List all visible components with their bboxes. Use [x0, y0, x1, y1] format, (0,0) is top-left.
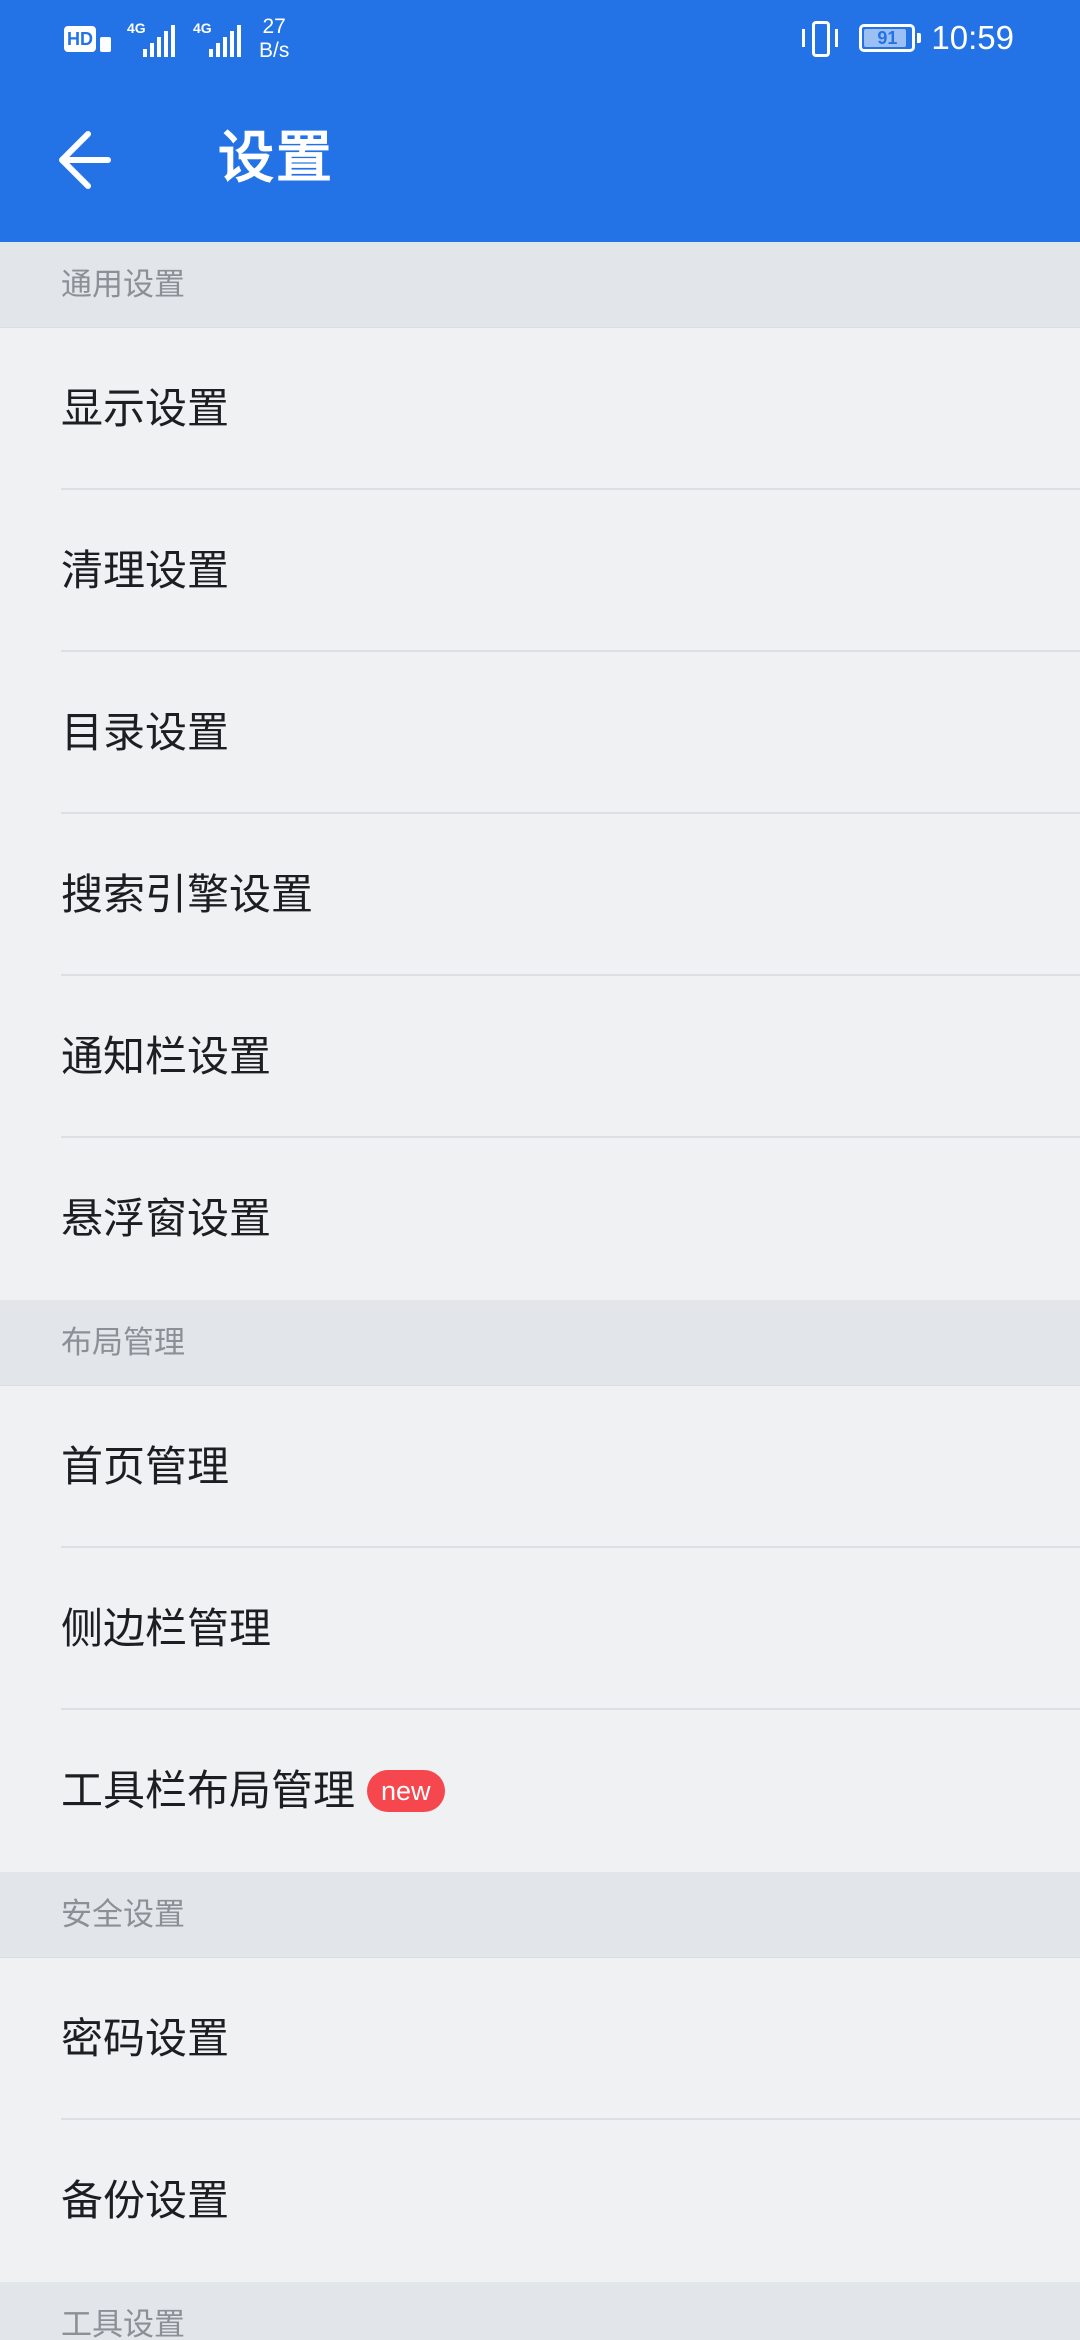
settings-item[interactable]: 侧边栏管理: [0, 1548, 1080, 1710]
section-header: 通用设置: [0, 242, 1080, 328]
battery-level: 91: [877, 28, 898, 48]
arrow-left-icon: [59, 131, 111, 189]
settings-item-label: 工具栏布局管理: [61, 1766, 356, 1815]
back-button[interactable]: [44, 120, 124, 200]
signal-bars-1: [143, 25, 178, 57]
settings-item[interactable]: 通知栏设置: [0, 976, 1080, 1138]
settings-item-label: 搜索引擎设置: [61, 870, 314, 919]
settings-item[interactable]: 目录设置: [0, 652, 1080, 814]
settings-item-label-wrap: 通知栏设置: [61, 976, 271, 1138]
new-badge: new: [367, 1770, 445, 1812]
settings-item-label-wrap: 密码设置: [61, 1958, 229, 2120]
sim-icon: [100, 36, 111, 52]
settings-item-label: 显示设置: [61, 384, 230, 433]
settings-item[interactable]: 悬浮窗设置: [0, 1138, 1080, 1300]
net-speed-unit: B/s: [259, 39, 290, 62]
net-speed: 27 B/s: [259, 15, 289, 63]
settings-item-label-wrap: 备份设置: [61, 2120, 229, 2282]
status-time: 10:59: [931, 19, 1014, 56]
settings-item[interactable]: 首页管理: [0, 1386, 1080, 1548]
settings-screen: HD 4G 4G 27 B/s 91 10:59 设置 通用设置 显示设置 清理…: [0, 0, 1080, 2340]
settings-item-label-wrap: 侧边栏管理: [61, 1548, 271, 1710]
settings-item[interactable]: 工具栏布局管理 new: [0, 1710, 1080, 1872]
net-speed-value: 27: [262, 15, 286, 38]
settings-item-label-wrap: 目录设置: [61, 652, 229, 814]
status-right: 91 10:59: [801, 16, 1014, 60]
header: HD 4G 4G 27 B/s 91 10:59 设置: [0, 0, 1080, 242]
settings-item-label: 目录设置: [61, 708, 230, 757]
section-header: 布局管理: [0, 1300, 1080, 1386]
signal-bars-2: [209, 25, 244, 57]
signal-icon-1: 4G: [127, 21, 177, 57]
settings-item-label-wrap: 工具栏布局管理 new: [61, 1710, 445, 1872]
settings-item-label: 备份设置: [61, 2176, 230, 2225]
settings-item-label: 通知栏设置: [61, 1032, 272, 1081]
settings-list: 通用设置显示设置清理设置目录设置搜索引擎设置 通知栏设置悬浮窗设置布局管理首页管理…: [0, 242, 1080, 2340]
settings-item-label: 侧边栏管理: [61, 1604, 272, 1653]
settings-item-label: 密码设置: [61, 2014, 230, 2063]
section-header: 工具设置: [0, 2282, 1080, 2340]
settings-item-label-wrap: 搜索引擎设置: [61, 814, 313, 976]
status-bar: HD 4G 4G 27 B/s 91 10:59: [0, 0, 1080, 80]
settings-item[interactable]: 备份设置: [0, 2120, 1080, 2282]
settings-item[interactable]: 搜索引擎设置: [0, 814, 1080, 976]
section-header: 安全设置: [0, 1872, 1080, 1958]
app-bar: 设置: [0, 80, 1080, 242]
settings-item-label-wrap: 清理设置: [61, 490, 229, 652]
settings-item-label: 悬浮窗设置: [61, 1194, 272, 1243]
settings-item-label-wrap: 悬浮窗设置: [61, 1138, 271, 1300]
settings-item-label: 首页管理: [61, 1442, 230, 1491]
vibrate-icon: [801, 21, 839, 57]
status-left: HD 4G 4G 27 B/s: [64, 14, 289, 64]
page-title: 设置: [218, 126, 334, 191]
signal-icon-2: 4G: [193, 21, 243, 57]
battery-icon: 91: [859, 24, 922, 52]
settings-item-label: 清理设置: [61, 546, 230, 595]
settings-item[interactable]: 清理设置: [0, 490, 1080, 652]
settings-item-label-wrap: 显示设置: [61, 328, 229, 490]
settings-item-label-wrap: 首页管理: [61, 1386, 229, 1548]
settings-item[interactable]: 显示设置: [0, 328, 1080, 490]
hd-voice-icon: HD: [64, 26, 96, 52]
settings-item[interactable]: 密码设置: [0, 1958, 1080, 2120]
